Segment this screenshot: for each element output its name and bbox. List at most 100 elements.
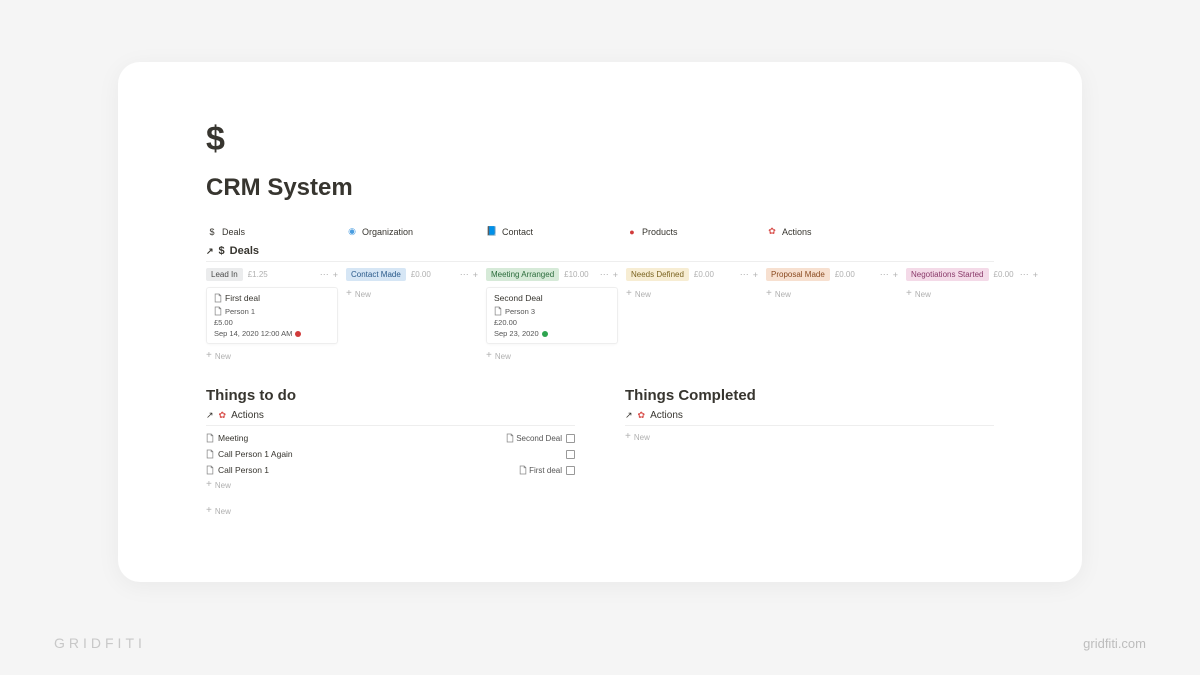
related-name: Second Deal [516,434,562,443]
plus-icon[interactable]: + [753,270,758,280]
new-label: New [215,352,231,361]
linked-db-title: Actions [650,410,683,421]
link-arrow-icon: ↗ [206,410,214,421]
column-sum: £0.00 [694,270,714,279]
new-button[interactable]: +New [346,287,478,301]
more-icon[interactable]: ⋯ [740,269,749,280]
checkbox[interactable] [566,450,575,459]
plus-icon: + [346,289,352,299]
new-button[interactable]: + New [206,504,575,518]
todo-name: Meeting [218,433,506,443]
column-sum: £10.00 [564,270,588,279]
column-tag[interactable]: Negotiations Started [906,268,989,281]
nav-label: Deals [222,227,245,237]
completed-table: + New [625,425,994,444]
gear-icon: ✿ [638,410,646,421]
link-arrow-icon: ↗ [206,246,214,257]
nav-tab-products[interactable]: ● Products [626,224,766,239]
organization-icon: ◉ [346,226,358,237]
lower-sections: Things to do ↗ ✿ Actions Meeting Second D… [206,387,994,518]
document-icon [214,306,222,316]
column-tag[interactable]: Contact Made [346,268,406,281]
more-icon[interactable]: ⋯ [320,269,329,280]
more-icon[interactable]: ⋯ [1020,269,1029,280]
column-sum: £0.00 [411,270,431,279]
column-header: Negotiations Started £0.00 ⋯ + [906,268,1038,281]
nav-label: Organization [362,227,413,237]
new-label: New [775,290,791,299]
section-completed: Things Completed ↗ ✿ Actions + New [625,387,994,518]
more-icon[interactable]: ⋯ [600,269,609,280]
plus-icon[interactable]: + [893,270,898,280]
column-sum: £0.00 [994,270,1014,279]
new-button[interactable]: + New [625,430,994,444]
checkbox[interactable] [566,466,575,475]
plus-icon[interactable]: + [1033,270,1038,280]
nav-label: Actions [782,227,812,237]
plus-icon[interactable]: + [613,270,618,280]
column-tag[interactable]: Lead In [206,268,243,281]
plus-icon[interactable]: + [333,270,338,280]
plus-icon: + [906,289,912,299]
column-tag[interactable]: Needs Defined [626,268,689,281]
board-column: Meeting Arranged £10.00 ⋯ + Second Deal Perso… [486,268,626,363]
todo-row[interactable]: Meeting Second Deal [206,430,575,446]
linked-db-actions[interactable]: ↗ ✿ Actions [625,410,994,421]
gear-icon: ✿ [766,226,778,237]
new-button[interactable]: +New [906,287,1038,301]
document-icon [206,433,218,443]
new-button[interactable]: +New [206,349,338,363]
nav-tabs: $ Deals ◉ Organization 📘 Contact ● Produ… [206,224,994,239]
deal-card[interactable]: First dealPerson 1£5.00Sep 14, 2020 12:0… [206,287,338,344]
board-column: Negotiations Started£0.00⋯++New [906,268,1046,363]
deal-title: Second Deal [494,293,543,303]
new-button[interactable]: +New [626,287,758,301]
column-sum: £0.00 [835,270,855,279]
plus-icon: + [206,351,212,361]
deal-person: Person 3 [505,307,535,316]
section-title: Things Completed [625,387,994,404]
plus-icon[interactable]: + [473,270,478,280]
column-header: Meeting Arranged £10.00 ⋯ + [486,268,618,281]
deal-date: Sep 23, 2020 [494,329,539,338]
checkbox[interactable] [566,434,575,443]
deal-amount: £20.00 [494,318,610,327]
document-icon [214,293,222,303]
column-tag[interactable]: Meeting Arranged [486,268,559,281]
linked-db-deals[interactable]: ↗ $ Deals [206,245,994,257]
nav-tab-deals[interactable]: $ Deals [206,224,346,239]
page-title: CRM System [206,174,994,202]
linked-db-title: Deals [230,245,259,257]
section-title: Things to do [206,387,575,404]
new-label: New [215,507,231,516]
board-column: Needs Defined £0.00 ⋯ + +New [626,268,766,363]
nav-label: Contact [502,227,533,237]
new-label: New [635,290,651,299]
todo-row[interactable]: Call Person 1First deal [206,462,575,478]
new-button[interactable]: +New [486,349,618,363]
new-label: New [634,433,650,442]
plus-icon: + [206,506,212,516]
linked-db-actions[interactable]: ↗ ✿ Actions [206,410,575,421]
todo-table: Meeting Second Deal Call Person 1 AgainCal… [206,425,575,478]
board-column: Lead In£1.25⋯+First dealPerson 1£5.00Sep… [206,268,346,363]
new-button[interactable]: +New [766,287,898,301]
column-header: Contact Made £0.00 ⋯ + [346,268,478,281]
new-button[interactable]: + New [206,478,575,492]
plus-icon: + [625,432,631,442]
todo-row[interactable]: Call Person 1 Again [206,446,575,462]
new-label: New [355,290,371,299]
plus-icon: + [486,351,492,361]
nav-tab-contact[interactable]: 📘 Contact [486,224,626,239]
deal-card[interactable]: Second Deal Person 3 £20.00 Sep 23, 2020 [486,287,618,344]
nav-tab-organization[interactable]: ◉ Organization [346,224,486,239]
more-icon[interactable]: ⋯ [880,269,889,280]
new-label: New [215,481,231,490]
more-icon[interactable]: ⋯ [460,269,469,280]
link-arrow-icon: ↗ [625,410,633,421]
column-tag[interactable]: Proposal Made [766,268,830,281]
dollar-icon: $ [206,227,218,237]
plus-icon: + [766,289,772,299]
column-header: Lead In£1.25⋯+ [206,268,338,281]
nav-tab-actions[interactable]: ✿ Actions [766,224,906,239]
